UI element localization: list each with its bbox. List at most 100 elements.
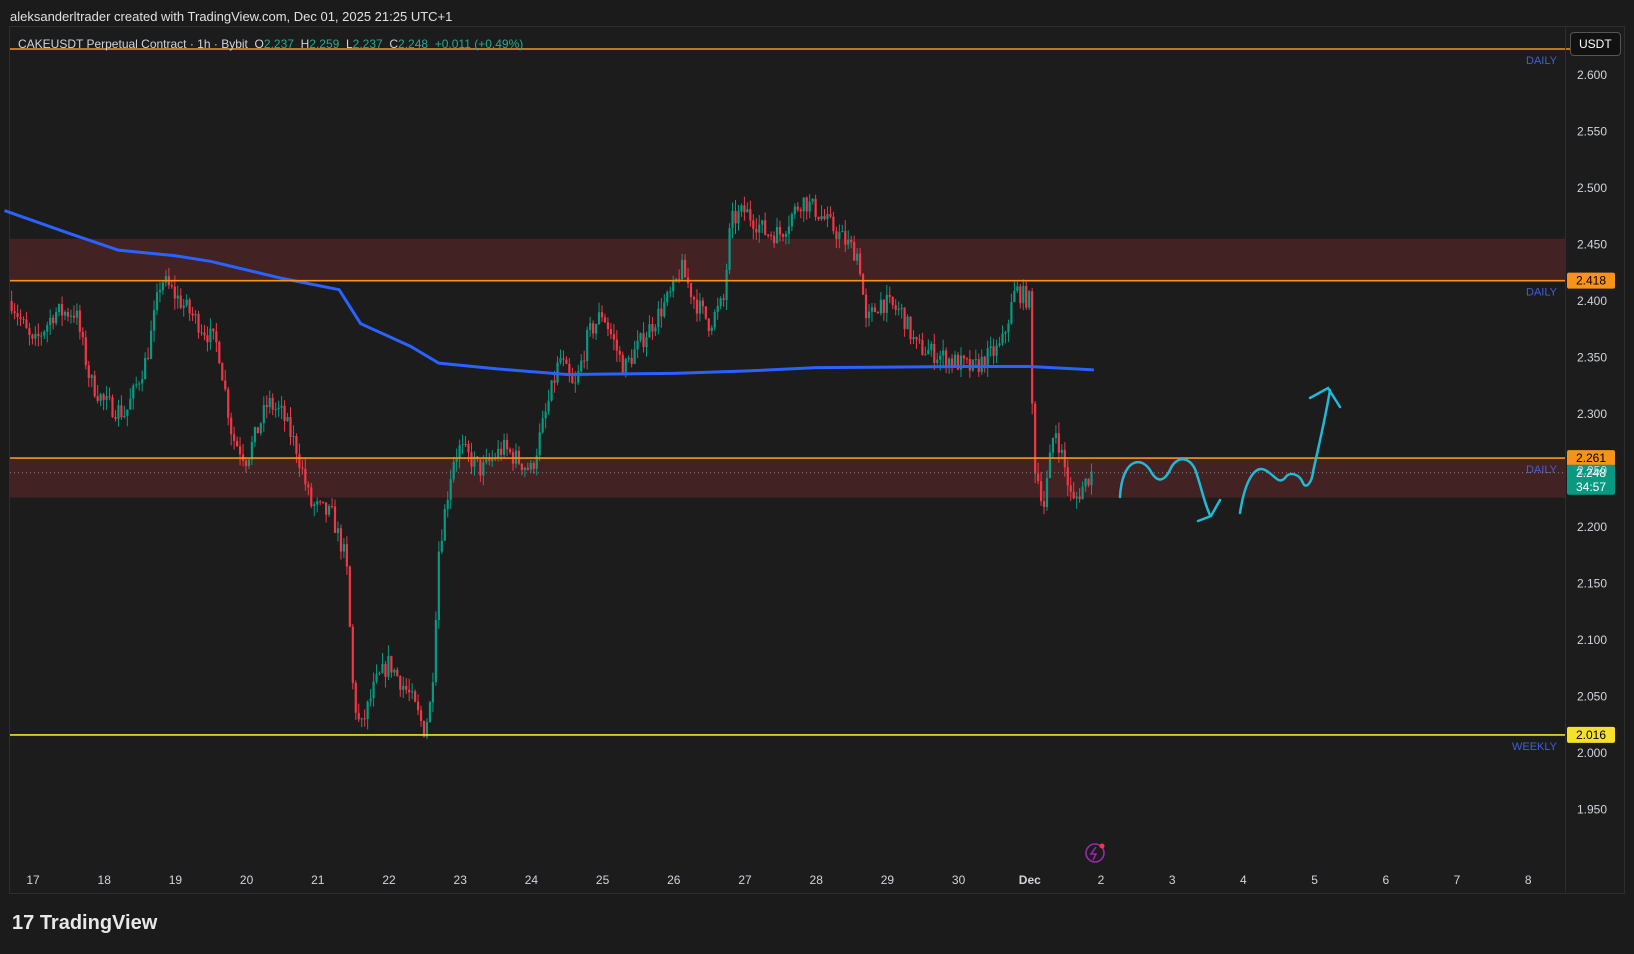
candle-body — [526, 467, 529, 470]
candle-body — [844, 231, 847, 245]
candle-body — [505, 439, 509, 450]
candle-body — [152, 310, 156, 331]
candle-body — [1048, 452, 1052, 479]
time-tick-label: 29 — [881, 873, 895, 887]
candle-body — [627, 357, 630, 360]
candle-body — [669, 291, 672, 293]
candle-body — [594, 324, 598, 334]
candle-body — [683, 259, 687, 278]
candle-body — [58, 303, 61, 313]
candle-body — [330, 506, 334, 508]
candle-body — [387, 656, 390, 677]
candle-body — [503, 439, 506, 455]
price-tick-label: 2.200 — [1577, 520, 1607, 534]
time-tick-label: 27 — [738, 873, 752, 887]
candle-body — [375, 674, 378, 682]
open-label: O — [254, 37, 264, 51]
candle-body — [1022, 285, 1025, 304]
candle-body — [22, 318, 25, 320]
level-label: DAILY — [1526, 287, 1558, 299]
candle-body — [630, 357, 633, 364]
candle-body — [316, 501, 319, 505]
time-tick-label: 22 — [382, 873, 396, 887]
candle-body — [562, 358, 565, 360]
time-tick-label: 8 — [1525, 873, 1532, 887]
candle-body — [523, 467, 526, 470]
candle-body — [206, 335, 209, 343]
candle-body — [250, 442, 254, 460]
candle-body — [870, 307, 874, 312]
candle-body — [544, 411, 547, 419]
candle-body — [111, 397, 114, 418]
candle-body — [704, 306, 707, 319]
candle-body — [120, 405, 123, 418]
candle-body — [1081, 486, 1084, 500]
candle-body — [10, 301, 13, 312]
candle-body — [443, 509, 446, 541]
time-tick-label: 5 — [1311, 873, 1318, 887]
candle-body — [63, 311, 67, 316]
candle-body — [280, 405, 283, 408]
candle-body — [565, 359, 568, 364]
candle-body — [470, 452, 473, 467]
time-tick-label: 19 — [169, 873, 183, 887]
candle-body — [1004, 332, 1007, 334]
candle-body — [55, 312, 58, 324]
candle-body — [1072, 491, 1075, 499]
time-tick-label: 3 — [1169, 873, 1176, 887]
candle-body — [692, 296, 696, 300]
candle-body — [129, 398, 132, 410]
candle-body — [173, 286, 176, 299]
symbol-name[interactable]: CAKEUSDT Perpetual Contract · 1h · Bybit — [18, 37, 248, 51]
candle-body — [236, 440, 239, 447]
candle-body — [1075, 496, 1078, 499]
candle-body — [93, 375, 96, 397]
price-chart[interactable]: DAILYDAILY2.418DAILY2.261WEEKLY2.0162.24… — [0, 0, 1634, 954]
candle-body — [233, 434, 236, 441]
candle-body — [461, 443, 464, 446]
price-tick-label: 2.350 — [1577, 351, 1607, 365]
candle-body — [411, 691, 414, 693]
candle-body — [574, 382, 577, 384]
candle-body — [856, 253, 859, 261]
candle-body — [927, 349, 930, 355]
candle-body — [209, 328, 212, 343]
candle-body — [363, 718, 366, 720]
candle-body — [434, 620, 437, 683]
candle-body — [829, 214, 832, 217]
price-tag-label: 2.418 — [1576, 274, 1606, 288]
candle-body — [672, 280, 675, 292]
tradingview-logo[interactable]: 17 TradingView — [12, 912, 157, 935]
candle-body — [695, 299, 699, 314]
candle-body — [197, 314, 200, 333]
candle-body — [126, 409, 129, 416]
candle-body — [719, 298, 722, 307]
currency-button[interactable]: USDT — [1570, 32, 1621, 56]
candle-body — [1007, 323, 1010, 333]
candle-body — [271, 397, 274, 410]
candle-body — [339, 528, 343, 552]
arrow-up-1 — [1308, 386, 1342, 409]
candle-body — [1045, 478, 1049, 508]
candle-body — [221, 363, 224, 381]
candle-body — [841, 231, 844, 233]
candle-body — [678, 278, 681, 280]
candle-body — [52, 317, 55, 324]
low-label: L — [345, 37, 353, 51]
candle-body — [529, 463, 532, 470]
alert-icon[interactable] — [1085, 843, 1105, 863]
logo-text: TradingView — [39, 912, 158, 934]
candle-body — [34, 333, 37, 339]
level-label: DAILY — [1526, 55, 1558, 67]
candle-body — [725, 269, 728, 301]
candle-body — [770, 234, 773, 236]
supply-demand-zone — [10, 238, 1565, 281]
candle-body — [864, 294, 868, 319]
candle-body — [141, 379, 144, 384]
candle-body — [345, 544, 348, 567]
price-tick-label: 2.050 — [1577, 690, 1607, 704]
candle-body — [1025, 285, 1028, 308]
candle-body — [78, 310, 81, 332]
candle-body — [262, 405, 265, 424]
candle-body — [378, 673, 381, 675]
